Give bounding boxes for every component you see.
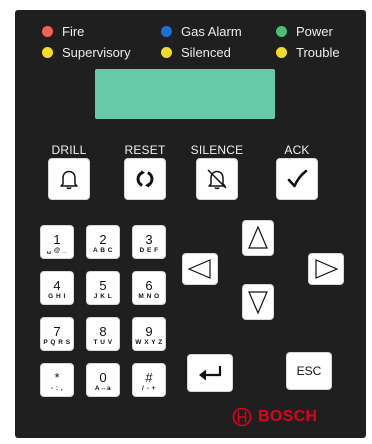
reset-icon [136,170,154,188]
reset-button[interactable] [124,158,166,200]
esc-button[interactable]: ESC [286,352,332,390]
keypad-letters: / - + [142,385,156,392]
led-power-indicator [276,26,287,37]
keypad-key-hash[interactable]: # / - + [132,363,166,397]
enter-button[interactable] [187,354,233,392]
keypad-digit: 0 [99,370,107,385]
led-gas-alarm-label: Gas Alarm [181,24,242,39]
ack-label: ACK [284,143,310,157]
keypad-digit: 5 [99,278,107,293]
silence-button[interactable] [196,158,238,200]
led-gas-alarm-indicator [161,26,172,37]
led-fire-indicator [42,26,53,37]
brand-name: BOSCH [258,408,318,425]
ack-button[interactable] [276,158,318,200]
lcd-display [95,69,275,119]
keypad-digit: 1 [53,232,61,247]
keypad-key-0[interactable]: 0 A↔a [86,363,120,397]
arrow-up-icon [248,225,268,249]
bosch-armature-icon [232,407,252,427]
keypad-key-2[interactable]: 2 A B C [86,225,120,259]
arrow-down-button[interactable] [242,284,274,320]
bell-icon [60,170,78,190]
led-trouble: Trouble [276,45,340,60]
keypad-key-3[interactable]: 3 D E F [132,225,166,259]
led-fire-label: Fire [62,24,85,39]
keypad-digit: 7 [53,324,61,339]
keypad-digit: * [54,370,60,385]
bosch-logo: BOSCH [232,407,317,427]
keypad-letters: A B C [93,247,113,254]
keypad-digit: 9 [145,324,153,339]
keypad-letters: A↔a [94,385,112,392]
arrow-right-icon [315,259,339,279]
keypad-key-1[interactable]: 1 ␣ @ _ [40,225,74,259]
arrow-up-button[interactable] [242,220,274,256]
led-fire: Fire [42,24,84,39]
keypad-key-star[interactable]: * - : , [40,363,74,397]
led-trouble-indicator [276,47,287,58]
arrow-down-icon [248,291,268,315]
keypad-key-8[interactable]: 8 T U V [86,317,120,351]
keypad-key-9[interactable]: 9 W X Y Z [132,317,166,351]
drill-label: DRILL [51,143,87,157]
led-power-label: Power [296,24,333,39]
led-power: Power [276,24,333,39]
keypad-key-4[interactable]: 4 G H I [40,271,74,305]
led-silenced: Silenced [161,45,231,60]
keypad-letters: W X Y Z [135,339,163,346]
keypad-letters: M N O [138,293,160,300]
bell-muted-icon [207,169,227,190]
led-supervisory-label: Supervisory [62,45,131,60]
led-gas-alarm: Gas Alarm [161,24,242,39]
keypad-key-5[interactable]: 5 J K L [86,271,120,305]
keypad-letters: J K L [93,293,113,300]
keypad-digit: 8 [99,324,107,339]
checkmark-icon [287,169,308,188]
keypad-letters: G H I [48,293,66,300]
enter-icon [199,366,222,381]
led-silenced-indicator [161,47,172,58]
keypad-key-7[interactable]: 7 P Q R S [40,317,74,351]
keypad-digit: 4 [53,278,61,293]
keypad-letters: P Q R S [43,339,71,346]
keypad-digit: 6 [145,278,153,293]
led-supervisory-indicator [42,47,53,58]
keypad-digit: 3 [145,232,153,247]
keypad-digit: 2 [99,232,107,247]
reset-label: RESET [124,143,166,157]
keypad-digit: # [145,370,153,385]
arrow-right-button[interactable] [308,253,344,285]
led-supervisory: Supervisory [42,45,131,60]
keypad-letters: T U V [93,339,113,346]
arrow-left-icon [187,259,211,279]
keypad-letters: - : , [50,385,64,392]
drill-button[interactable] [48,158,90,200]
arrow-left-button[interactable] [182,253,218,285]
led-trouble-label: Trouble [296,45,340,60]
keypad-letters: D E F [139,247,159,254]
keypad-key-6[interactable]: 6 M N O [132,271,166,305]
keypad-letters: ␣ @ _ [46,247,68,254]
silence-label: SILENCE [190,143,244,157]
led-silenced-label: Silenced [181,45,231,60]
